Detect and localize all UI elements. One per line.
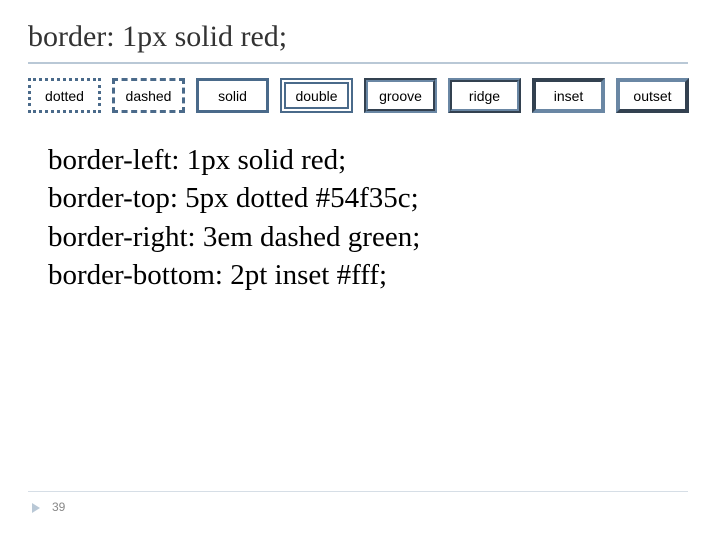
page-marker-icon — [32, 503, 40, 513]
swatch-outset: outset — [616, 78, 689, 113]
slide-title: border: 1px solid red; — [0, 0, 720, 62]
swatch-label: ridge — [469, 88, 500, 104]
swatch-label: double — [295, 88, 337, 104]
swatch-dotted: dotted — [28, 78, 101, 113]
title-underline — [28, 62, 688, 64]
swatch-label: groove — [379, 88, 422, 104]
swatch-label: outset — [633, 88, 671, 104]
swatch-ridge: ridge — [448, 78, 521, 113]
code-block: border-left: 1px solid red; border-top: … — [0, 141, 720, 294]
code-line: border-left: 1px solid red; — [48, 141, 720, 179]
swatch-label: dashed — [126, 88, 172, 104]
swatch-label: solid — [218, 88, 247, 104]
swatch-groove: groove — [364, 78, 437, 113]
code-line: border-right: 3em dashed green; — [48, 218, 720, 256]
code-line: border-bottom: 2pt inset #fff; — [48, 256, 720, 294]
page-number: 39 — [52, 500, 65, 514]
border-swatches: dotted dashed solid double groove ridge … — [0, 78, 720, 113]
swatch-solid: solid — [196, 78, 269, 113]
footer-line — [28, 491, 688, 492]
swatch-inset: inset — [532, 78, 605, 113]
code-line: border-top: 5px dotted #54f35c; — [48, 179, 720, 217]
swatch-label: inset — [554, 88, 584, 104]
swatch-dashed: dashed — [112, 78, 185, 113]
swatch-double: double — [280, 78, 353, 113]
swatch-label: dotted — [45, 88, 84, 104]
